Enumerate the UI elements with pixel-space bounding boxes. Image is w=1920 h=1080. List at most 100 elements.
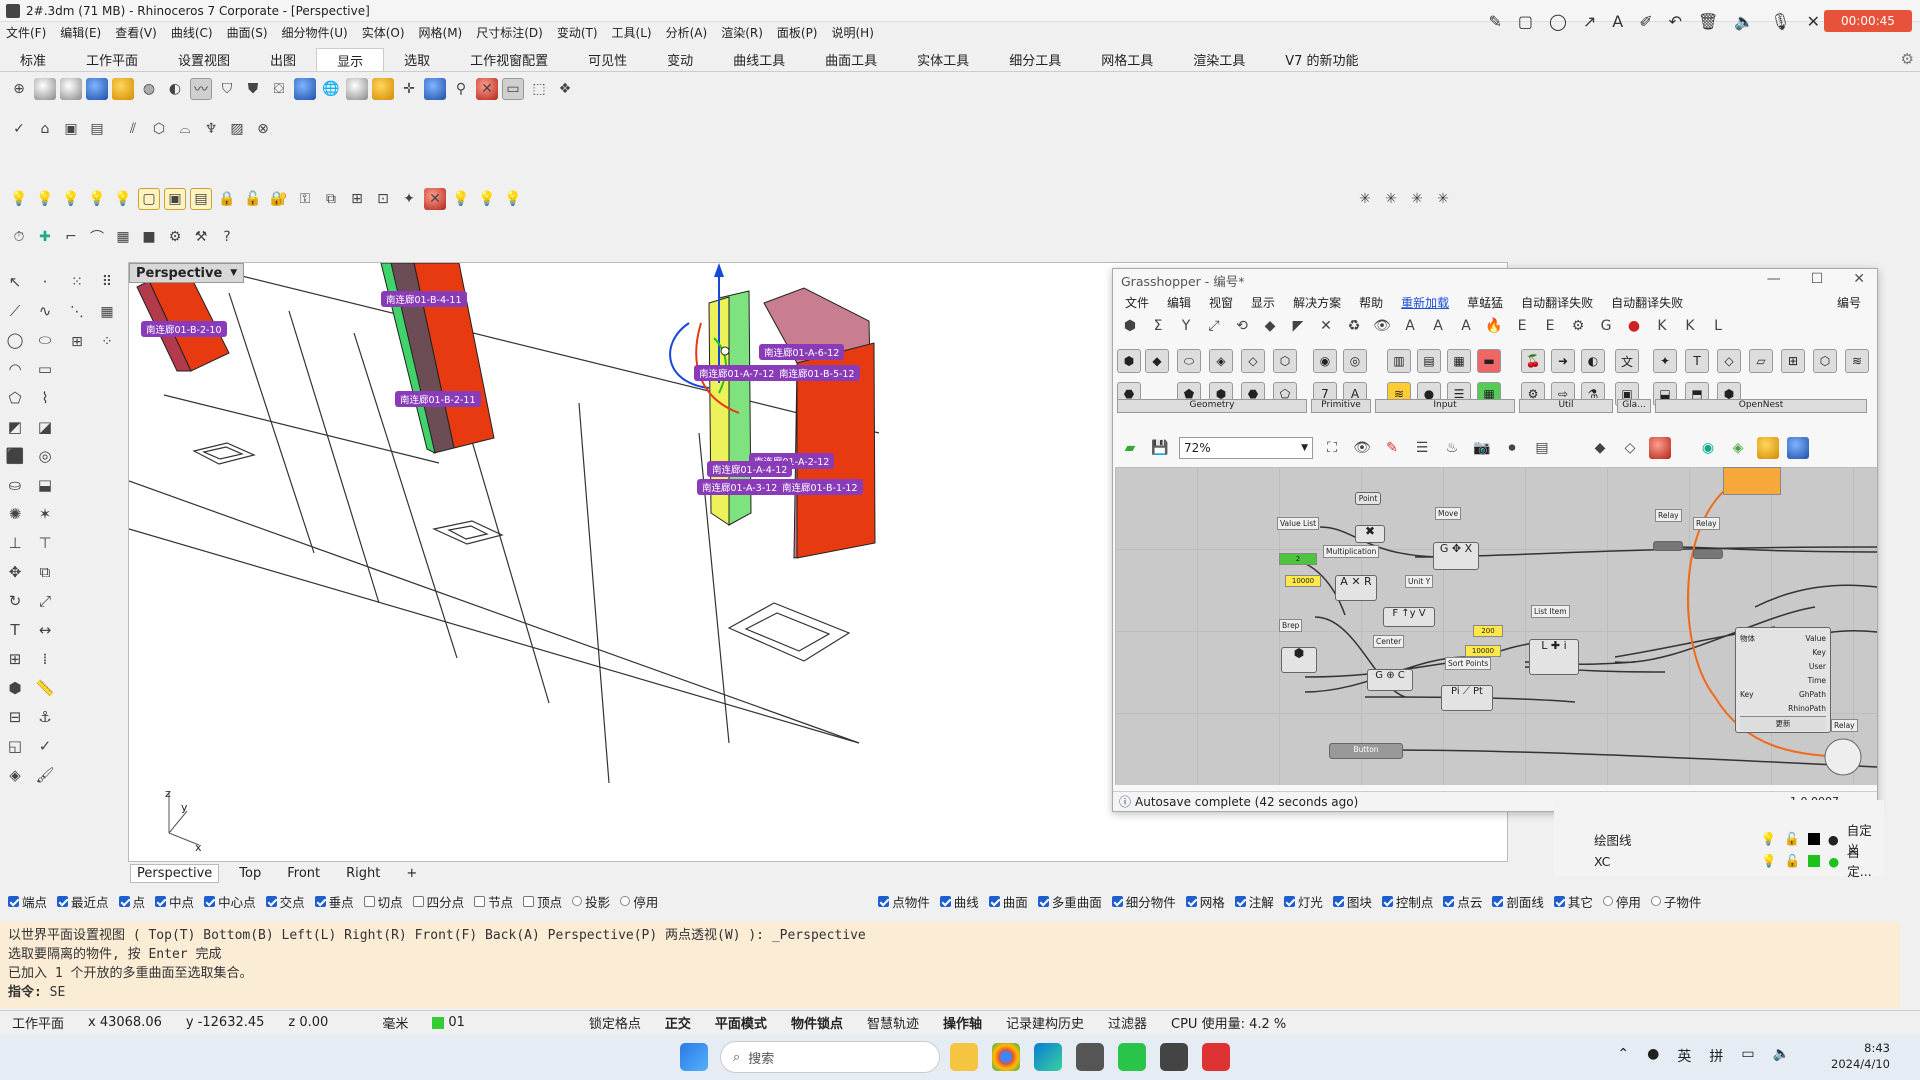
- sketch-icon[interactable]: ✎: [1381, 437, 1403, 459]
- grid-box-icon[interactable]: ▦: [94, 300, 120, 324]
- gh-unit-y-body[interactable]: F ↑y V: [1383, 607, 1435, 627]
- gh-group-label[interactable]: Util: [1519, 399, 1613, 413]
- polyline-icon[interactable]: ⟋: [2, 299, 28, 323]
- tab-mesh-tools[interactable]: 网格工具: [1081, 48, 1173, 71]
- help-bulb-icon[interactable]: ?: [216, 226, 238, 248]
- pen-icon[interactable]: ✎: [1488, 12, 1501, 31]
- filter-blocks[interactable]: 图块: [1332, 892, 1372, 911]
- circle-icon[interactable]: ◯: [1549, 12, 1567, 31]
- gh-node-point-body[interactable]: ✖: [1355, 525, 1385, 543]
- status-grid-snap[interactable]: 锁定格点: [577, 1013, 653, 1032]
- record-icon[interactable]: ⏺: [1501, 437, 1523, 459]
- tab-surface-tools[interactable]: 曲面工具: [805, 48, 897, 71]
- gh-relay-2-body[interactable]: [1693, 549, 1723, 559]
- solid-tool-icon[interactable]: ⬢: [2, 676, 28, 700]
- bulb-off-icon[interactable]: 💡: [60, 188, 82, 210]
- gh-value-list-body[interactable]: 2: [1279, 553, 1317, 565]
- gear-green-icon[interactable]: ⚙: [164, 226, 186, 248]
- gh-comp-icon[interactable]: ✦: [1653, 349, 1677, 373]
- osnap-mid[interactable]: 中点: [155, 892, 194, 911]
- lines-icon[interactable]: ⫽: [122, 118, 144, 140]
- padlock-icon[interactable]: 🔓: [1784, 831, 1800, 847]
- maths-tab-icon[interactable]: Σ: [1147, 315, 1169, 337]
- gh-comp-icon[interactable]: ▱: [1749, 349, 1773, 373]
- explode-icon[interactable]: ✦: [398, 188, 420, 210]
- tab-render-tools[interactable]: 渲染工具: [1173, 48, 1265, 71]
- layer-row[interactable]: XC 💡 🔓 ● 自定...: [1554, 845, 1884, 879]
- dimension-icon[interactable]: ↔: [32, 618, 58, 642]
- arc-icon[interactable]: ◠: [2, 357, 28, 381]
- extrude-icon[interactable]: ⬓: [32, 473, 58, 497]
- preview-eye-icon[interactable]: 👁: [1351, 437, 1373, 459]
- layer-on-icon[interactable]: ▣: [164, 188, 186, 210]
- world-icon[interactable]: 🌐: [320, 78, 342, 100]
- box-tool-icon[interactable]: ⬛: [2, 444, 28, 468]
- windows-start-icon[interactable]: [680, 1043, 708, 1071]
- curve-tool-icon[interactable]: ⌒: [86, 226, 108, 248]
- gh-menu-solution[interactable]: 解决方案: [1293, 294, 1341, 311]
- gear-tab-icon[interactable]: ⚙: [1567, 315, 1589, 337]
- stopwatch-icon[interactable]: ⏱: [8, 226, 30, 248]
- menu-edit[interactable]: 编辑(E): [60, 24, 101, 41]
- gh-comp-icon[interactable]: ⬭: [1177, 349, 1201, 373]
- curve-tab-icon[interactable]: ⟲: [1231, 315, 1253, 337]
- move-tool-icon[interactable]: ✥: [2, 560, 28, 584]
- cap-icon[interactable]: ⛊: [242, 78, 264, 100]
- filter-annotation[interactable]: 注解: [1234, 892, 1274, 911]
- rotate-icon[interactable]: ↻: [2, 589, 28, 613]
- star-4-icon[interactable]: ✳: [1432, 188, 1454, 210]
- camera-icon[interactable]: 📷: [1471, 437, 1493, 459]
- layer-row[interactable]: 绘图线 💡 🔓 ● 自定义: [1554, 823, 1884, 857]
- polygon-icon[interactable]: ⬠: [2, 386, 28, 410]
- panel-icon[interactable]: ▤: [1531, 437, 1553, 459]
- zoom-extents-icon[interactable]: ⛶: [1321, 437, 1343, 459]
- rendered-icon[interactable]: [60, 78, 82, 100]
- text-tab-a-icon[interactable]: A: [1399, 315, 1421, 337]
- command-prompt[interactable]: 指令: SE: [8, 983, 1892, 1002]
- gh-button-node[interactable]: Button: [1329, 743, 1403, 759]
- gh-panel-200[interactable]: 200: [1473, 625, 1503, 637]
- check-tool-icon[interactable]: ✓: [32, 734, 58, 758]
- menu-tools[interactable]: 工具(L): [612, 24, 652, 41]
- status-osnap[interactable]: 物件锁点: [779, 1013, 855, 1032]
- zoom-select[interactable]: 72% ▼: [1179, 437, 1313, 459]
- bulb-3-icon[interactable]: 💡: [476, 188, 498, 210]
- gh-move-body[interactable]: G ✥ X: [1433, 542, 1479, 570]
- gh-comp-icon[interactable]: ◇: [1717, 349, 1741, 373]
- command-input[interactable]: SE: [50, 985, 66, 1000]
- rhino-7-taskbar-icon[interactable]: [1160, 1043, 1188, 1071]
- target-icon[interactable]: ⊗: [252, 118, 274, 140]
- osnap-tan[interactable]: 切点: [363, 892, 403, 911]
- render-tool-icon[interactable]: ◈: [2, 763, 28, 787]
- rhino-taskbar-icon[interactable]: [1076, 1043, 1104, 1071]
- ime-pinyin[interactable]: 拼: [1709, 1046, 1723, 1066]
- gh-node-sort-points[interactable]: Sort Points: [1445, 657, 1492, 670]
- gh-menu-document[interactable]: 编号: [1837, 294, 1861, 311]
- status-gumball[interactable]: 操作轴: [931, 1013, 994, 1032]
- node-icon[interactable]: ⋱: [64, 300, 90, 324]
- split-icon[interactable]: ⊤: [32, 531, 58, 555]
- sets-tab-icon[interactable]: Y: [1175, 315, 1197, 337]
- text-icon[interactable]: A: [1612, 12, 1623, 31]
- cylinder-icon[interactable]: ⛀: [2, 473, 28, 497]
- status-cplane[interactable]: 工作平面: [0, 1013, 76, 1032]
- gh-comp-icon[interactable]: ▥: [1387, 349, 1411, 373]
- undo-icon[interactable]: ↶: [1669, 12, 1682, 31]
- app-tray-icon[interactable]: ●: [1647, 1046, 1659, 1066]
- tab-visibility[interactable]: 可见性: [568, 48, 647, 71]
- gh-comp-icon[interactable]: ⬡: [1273, 349, 1297, 373]
- preview-color-icon[interactable]: ◉: [1697, 437, 1719, 459]
- osnap-end[interactable]: 端点: [8, 892, 47, 911]
- gh-menu-display[interactable]: 显示: [1251, 294, 1275, 311]
- bulb-4-icon[interactable]: 💡: [502, 188, 524, 210]
- gh-comp-icon[interactable]: ⬡: [1813, 349, 1837, 373]
- paint-icon[interactable]: 🖌: [32, 763, 58, 787]
- layer-off-icon[interactable]: ▤: [190, 188, 212, 210]
- film-icon[interactable]: ▦: [112, 226, 134, 248]
- filter-polysurfaces[interactable]: 多重曲面: [1037, 892, 1102, 911]
- gh-comp-icon[interactable]: T: [1685, 349, 1709, 373]
- filter-disable[interactable]: 停用: [1602, 892, 1641, 911]
- gh-node-unit-y[interactable]: Unit Y: [1405, 575, 1434, 588]
- gh-node-center[interactable]: Center: [1373, 635, 1405, 648]
- bulb-select-icon[interactable]: 💡: [86, 188, 108, 210]
